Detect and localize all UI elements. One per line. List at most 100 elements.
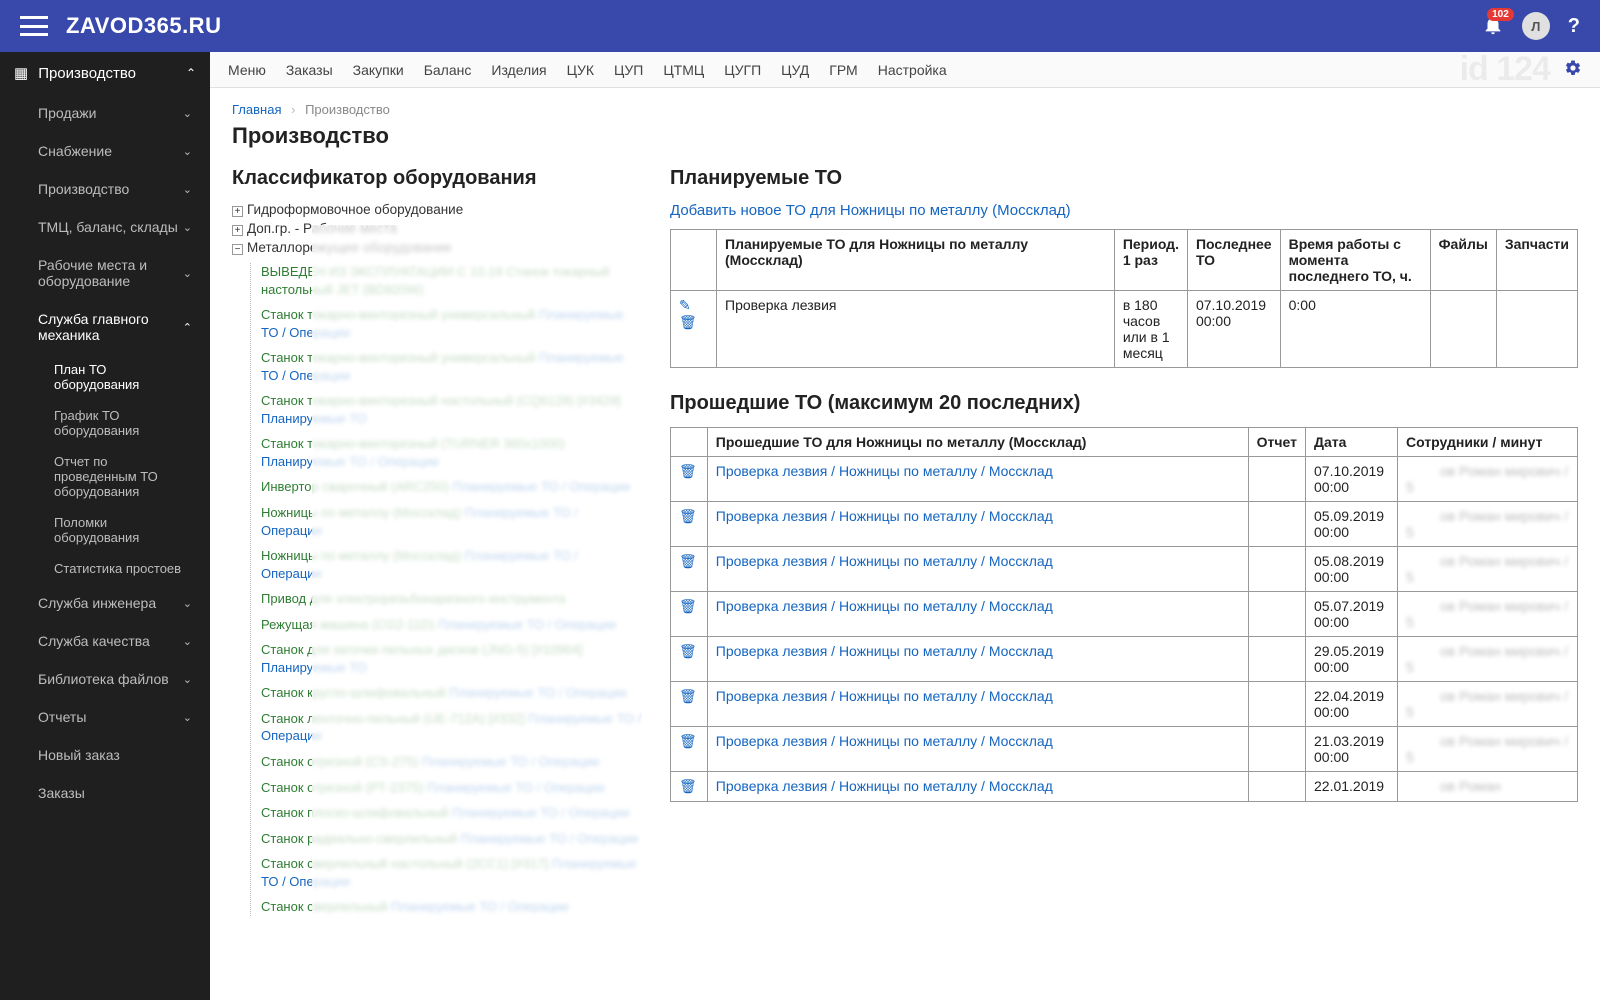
sidebar-item[interactable]: Библиотека файлов⌄ — [0, 660, 210, 698]
tree-leaf[interactable]: Станок отрезной (РТ-2375) Планируемые ТО… — [261, 779, 642, 797]
tree-leaf[interactable]: ВЫВЕДЕН ИЗ ЭКСПЛУАТАЦИИ С 10.19 Станок т… — [261, 263, 642, 298]
delete-button[interactable]: 🗑 — [679, 508, 697, 524]
sidebar-item[interactable]: Производство⌄ — [0, 170, 210, 208]
sidebar-item[interactable]: Служба инженера⌄ — [0, 584, 210, 622]
sidebar-subitem[interactable]: График ТО оборудования — [0, 400, 210, 446]
sidebar-item[interactable]: Служба главного механика⌃ — [0, 300, 210, 354]
tree-leaf[interactable]: Станок радиально-сверлильный Планируемые… — [261, 830, 642, 848]
delete-button[interactable]: 🗑 — [679, 463, 697, 479]
tree-leaf[interactable]: Станок ленточно-пильный (UE-712A) [#332]… — [261, 710, 642, 745]
equipment-links[interactable]: Планируемые ТО / Операции — [461, 831, 639, 846]
sidebar-item[interactable]: Новый заказ — [0, 736, 210, 774]
equipment-name: Станок сверлильный — [261, 899, 387, 914]
topmenu-item[interactable]: ЦУП — [614, 62, 643, 78]
tree-leaf[interactable]: Ножницы по металлу (Моссклад) Планируемы… — [261, 547, 642, 582]
tree-leaf[interactable]: Режущая машина (CG2-11D) Планируемые ТО … — [261, 616, 642, 634]
delete-button[interactable]: 🗑 — [679, 643, 697, 659]
past-row-link[interactable]: Проверка лезвия / Ножницы по металлу / М… — [716, 598, 1053, 614]
tree-leaf[interactable]: Станок для заточки пильных дисков (JNG-5… — [261, 641, 642, 676]
past-row-link[interactable]: Проверка лезвия / Ножницы по металлу / М… — [716, 733, 1053, 749]
equipment-links[interactable]: Планируемые ТО / Операции — [438, 617, 616, 632]
sidebar-item[interactable]: Продажи⌄ — [0, 94, 210, 132]
past-row-link[interactable]: Проверка лезвия / Ножницы по металлу / М… — [716, 688, 1053, 704]
sidebar-subitem[interactable]: План ТО оборудования — [0, 354, 210, 400]
settings-button[interactable] — [1564, 59, 1582, 80]
edit-button[interactable]: ✎ — [679, 297, 691, 313]
tree-toggle[interactable]: + — [232, 206, 243, 217]
sidebar-item[interactable]: ТМЦ, баланс, склады⌄ — [0, 208, 210, 246]
equipment-links[interactable]: Планируемые ТО — [261, 411, 367, 426]
past-row-link[interactable]: Проверка лезвия / Ножницы по металлу / М… — [716, 508, 1053, 524]
sidebar-item[interactable]: Служба качества⌄ — [0, 622, 210, 660]
tree-node[interactable]: +Гидроформовочное оборудование — [232, 202, 642, 217]
planned-row-last: 07.10.2019 00:00 — [1187, 291, 1280, 368]
delete-button[interactable]: 🗑 — [679, 733, 697, 749]
equipment-name: Станок сверлильный настольный (2СС1) [#3… — [261, 856, 548, 871]
delete-button[interactable]: 🗑 — [679, 688, 697, 704]
tree-node[interactable]: +Доп.гр. - Рабочие места — [232, 221, 642, 236]
equipment-links[interactable]: Планируемые ТО / Операции — [452, 805, 630, 820]
tree-leaf[interactable]: Станок плоско-шлифовальный Планируемые Т… — [261, 804, 642, 822]
equipment-links[interactable]: Планируемые ТО / Операции — [449, 685, 627, 700]
add-to-link[interactable]: Добавить новое ТО для Ножницы по металлу… — [670, 202, 1071, 219]
delete-button[interactable]: 🗑 — [679, 553, 697, 569]
tree-leaf[interactable]: Станок сверлильный Планируемые ТО / Опер… — [261, 898, 642, 916]
past-row-link[interactable]: Проверка лезвия / Ножницы по металлу / М… — [716, 778, 1053, 794]
equipment-links[interactable]: Планируемые ТО / Операции — [261, 454, 439, 469]
topmenu-item[interactable]: ЦУК — [567, 62, 594, 78]
past-row-link[interactable]: Проверка лезвия / Ножницы по металлу / М… — [716, 643, 1053, 659]
sidebar-item[interactable]: Снабжение⌄ — [0, 132, 210, 170]
breadcrumb-home[interactable]: Главная — [232, 102, 281, 117]
tree-leaf[interactable]: Станок токарно-винторезный (TURNER 360x1… — [261, 435, 642, 470]
topmenu-item[interactable]: ЦТМЦ — [663, 62, 704, 78]
help-button[interactable]: ? — [1568, 15, 1580, 38]
delete-button[interactable]: 🗑 — [679, 778, 697, 794]
topmenu-item[interactable]: Закупки — [353, 62, 404, 78]
past-row: 🗑 Проверка лезвия / Ножницы по металлу / … — [671, 682, 1578, 727]
sidebar-item-label: Продажи — [38, 105, 96, 121]
planned-th-files: Файлы — [1430, 230, 1496, 291]
equipment-links[interactable]: Планируемые ТО / Операции — [453, 479, 631, 494]
topmenu-item[interactable]: Изделия — [491, 62, 546, 78]
tree-leaf[interactable]: Станок сверлильный настольный (2СС1) [#3… — [261, 855, 642, 890]
topmenu-item[interactable]: Меню — [228, 62, 266, 78]
sidebar-item[interactable]: Отчеты⌄ — [0, 698, 210, 736]
past-row-employee: ов Роман мирович / 5 — [1398, 727, 1578, 772]
tree-toggle[interactable]: − — [232, 244, 243, 255]
tree-leaf[interactable]: Привод для электрорезьбонарезного инстру… — [261, 590, 642, 608]
equipment-links[interactable]: Планируемые ТО / Операции — [391, 899, 569, 914]
topmenu-item[interactable]: Настройка — [878, 62, 947, 78]
tree-leaf[interactable]: Станок отрезной (CS-275) Планируемые ТО … — [261, 753, 642, 771]
sidebar-subitem[interactable]: Поломки оборудования — [0, 507, 210, 553]
tree-leaf[interactable]: Ножницы по металлу (Моссклад) Планируемы… — [261, 504, 642, 539]
tree-leaf[interactable]: Станок токарно-винторезный универсальный… — [261, 349, 642, 384]
tree-toggle[interactable]: + — [232, 225, 243, 236]
tree-leaf[interactable]: Станок кругло-шлифовальный Планируемые Т… — [261, 684, 642, 702]
tree-leaf[interactable]: Инвертор сварочный (ARC250) Планируемые … — [261, 478, 642, 496]
topmenu-item[interactable]: Баланс — [424, 62, 472, 78]
topmenu-item[interactable]: Заказы — [286, 62, 333, 78]
user-avatar[interactable]: Л — [1522, 12, 1550, 40]
sidebar-subitem[interactable]: Отчет по проведенным ТО оборудования — [0, 446, 210, 507]
topmenu-item[interactable]: ЦУД — [781, 62, 809, 78]
topmenu-item[interactable]: ГРМ — [829, 62, 857, 78]
delete-button[interactable]: 🗑 — [679, 598, 697, 614]
equipment-links[interactable]: Планируемые ТО — [261, 660, 367, 675]
sidebar-subitem[interactable]: Статистика простоев — [0, 553, 210, 584]
notifications-button[interactable]: 102 — [1482, 14, 1504, 39]
sidebar-item-label: Библиотека файлов — [38, 671, 169, 687]
sidebar-item[interactable]: Заказы — [0, 774, 210, 812]
equipment-name: Станок для заточки пильных дисков (JNG-5… — [261, 642, 583, 657]
sidebar-header[interactable]: ▦ Производство ⌃ — [0, 52, 210, 94]
topmenu-item[interactable]: ЦУГП — [724, 62, 761, 78]
equipment-links[interactable]: Планируемые ТО / Операции — [427, 780, 605, 795]
tree-leaf[interactable]: Станок токарно-винторезный настольный (C… — [261, 392, 642, 427]
tree-node[interactable]: −Металлорежущее оборудование — [232, 240, 642, 255]
equipment-links[interactable]: Планируемые ТО / Операции — [422, 754, 600, 769]
past-row-link[interactable]: Проверка лезвия / Ножницы по металлу / М… — [716, 553, 1053, 569]
delete-button[interactable]: 🗑 — [679, 314, 697, 330]
menu-toggle[interactable] — [20, 16, 48, 36]
tree-leaf[interactable]: Станок токарно-винторезный универсальный… — [261, 306, 642, 341]
sidebar-item[interactable]: Рабочие места и оборудование⌄ — [0, 246, 210, 300]
past-row-link[interactable]: Проверка лезвия / Ножницы по металлу / М… — [716, 463, 1053, 479]
